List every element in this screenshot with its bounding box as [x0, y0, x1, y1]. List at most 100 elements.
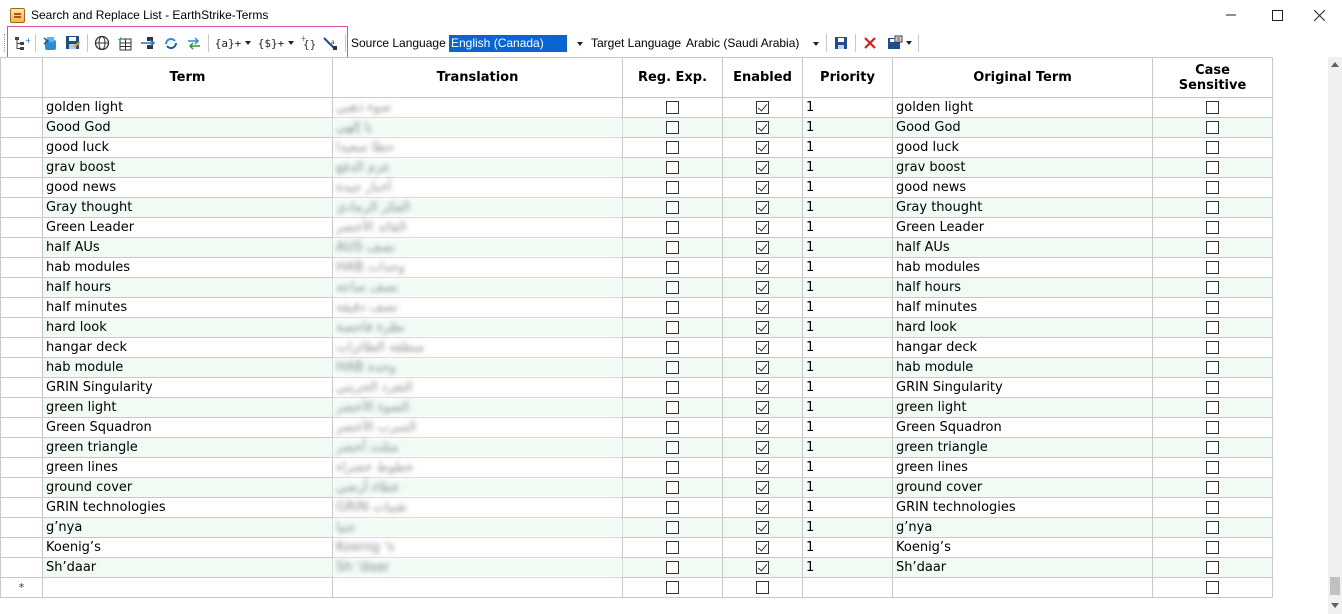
- priority-cell[interactable]: 1: [802, 297, 893, 318]
- priority-cell[interactable]: 1: [802, 457, 893, 478]
- table-row[interactable]: GRIN Singularity التفرد الجريني 1 GRIN Sing…: [0, 377, 1273, 398]
- table-row[interactable]: green light الضوء الأخضر 1 green light: [0, 397, 1273, 418]
- term-cell[interactable]: [42, 577, 333, 598]
- enabled-checkbox[interactable]: [756, 361, 769, 374]
- translation-cell[interactable]: جنيا: [332, 517, 623, 538]
- column-header-priority[interactable]: Priority: [802, 57, 893, 98]
- enabled-checkbox[interactable]: [756, 461, 769, 474]
- scroll-thumb[interactable]: [1330, 577, 1340, 595]
- refresh-icon[interactable]: [161, 34, 181, 52]
- regexp-cell[interactable]: [622, 197, 723, 218]
- case-sensitive-cell[interactable]: [1152, 117, 1273, 138]
- term-cell[interactable]: Sh’daar: [42, 557, 333, 578]
- table-row[interactable]: hab modules وحدات HAB 1 hab modules: [0, 257, 1273, 278]
- row-header[interactable]: [0, 157, 43, 178]
- enabled-cell[interactable]: [722, 237, 803, 258]
- row-header[interactable]: [0, 457, 43, 478]
- regexp-checkbox[interactable]: [666, 281, 679, 294]
- original-term-cell[interactable]: Koenig’s: [892, 537, 1153, 558]
- term-cell[interactable]: half minutes: [42, 297, 333, 318]
- import-icon[interactable]: [40, 34, 60, 52]
- column-header-translation[interactable]: Translation: [332, 57, 623, 98]
- table-row[interactable]: Green Leader القائد الأخضر 1 Green Leader: [0, 217, 1273, 238]
- case-sensitive-checkbox[interactable]: [1206, 341, 1219, 354]
- case-sensitive-checkbox[interactable]: [1206, 241, 1219, 254]
- enabled-checkbox[interactable]: [756, 581, 769, 594]
- enabled-cell[interactable]: [722, 477, 803, 498]
- case-sensitive-checkbox[interactable]: [1206, 321, 1219, 334]
- enabled-checkbox[interactable]: [756, 101, 769, 114]
- regexp-cell[interactable]: [622, 137, 723, 158]
- enabled-cell[interactable]: [722, 257, 803, 278]
- enabled-checkbox[interactable]: [756, 121, 769, 134]
- table-row[interactable]: half hours نصف ساعة 1 half hours: [0, 277, 1273, 298]
- enabled-checkbox[interactable]: [756, 301, 769, 314]
- table-row[interactable]: hard look نظرة فاحصة 1 hard look: [0, 317, 1273, 338]
- term-cell[interactable]: Green Squadron: [42, 417, 333, 438]
- save-list-icon[interactable]: [63, 34, 83, 52]
- enabled-cell[interactable]: [722, 297, 803, 318]
- case-sensitive-cell[interactable]: [1152, 97, 1273, 118]
- priority-cell[interactable]: 1: [802, 517, 893, 538]
- regexp-checkbox[interactable]: [666, 221, 679, 234]
- case-sensitive-checkbox[interactable]: [1206, 301, 1219, 314]
- term-cell[interactable]: Green Leader: [42, 217, 333, 238]
- case-sensitive-checkbox[interactable]: [1206, 381, 1219, 394]
- term-cell[interactable]: good news: [42, 177, 333, 198]
- regexp-checkbox[interactable]: [666, 361, 679, 374]
- priority-cell[interactable]: 1: [802, 377, 893, 398]
- original-term-cell[interactable]: green lines: [892, 457, 1153, 478]
- vertical-scrollbar[interactable]: [1328, 57, 1342, 614]
- regexp-checkbox[interactable]: [666, 581, 679, 594]
- case-sensitive-checkbox[interactable]: [1206, 181, 1219, 194]
- priority-cell[interactable]: 1: [802, 497, 893, 518]
- case-sensitive-cell[interactable]: [1152, 357, 1273, 378]
- regexp-cell[interactable]: [622, 157, 723, 178]
- column-header-case-sensitive[interactable]: Case Sensitive: [1152, 57, 1273, 98]
- column-header-term[interactable]: Term: [42, 57, 333, 98]
- priority-cell[interactable]: 1: [802, 217, 893, 238]
- enabled-cell[interactable]: [722, 137, 803, 158]
- row-header[interactable]: [0, 177, 43, 198]
- regexp-cell[interactable]: [622, 557, 723, 578]
- translation-cell[interactable]: السرب الأخضر: [332, 417, 623, 438]
- row-header[interactable]: [0, 217, 43, 238]
- translation-cell[interactable]: Koenig 's: [332, 537, 623, 558]
- regexp-checkbox[interactable]: [666, 521, 679, 534]
- term-cell[interactable]: ground cover: [42, 477, 333, 498]
- row-header[interactable]: [0, 237, 43, 258]
- original-term-cell[interactable]: half hours: [892, 277, 1153, 298]
- target-language-select[interactable]: Arabic (Saudi Arabia): [685, 34, 823, 53]
- regexp-checkbox[interactable]: [666, 341, 679, 354]
- move-icon[interactable]: [138, 34, 158, 52]
- enabled-cell[interactable]: [722, 497, 803, 518]
- row-header[interactable]: [0, 337, 43, 358]
- enabled-cell[interactable]: [722, 337, 803, 358]
- row-header[interactable]: [0, 277, 43, 298]
- enabled-cell[interactable]: [722, 377, 803, 398]
- priority-cell[interactable]: 1: [802, 537, 893, 558]
- priority-cell[interactable]: 1: [802, 357, 893, 378]
- case-sensitive-cell[interactable]: [1152, 137, 1273, 158]
- table-row[interactable]: green triangle مثلث أخضر 1 green triangle: [0, 437, 1273, 458]
- translation-cell[interactable]: يا إلهي: [332, 117, 623, 138]
- case-sensitive-cell[interactable]: [1152, 517, 1273, 538]
- priority-cell[interactable]: 1: [802, 437, 893, 458]
- priority-cell[interactable]: 1: [802, 237, 893, 258]
- case-sensitive-cell[interactable]: [1152, 457, 1273, 478]
- enabled-cell[interactable]: [722, 517, 803, 538]
- enabled-cell[interactable]: [722, 317, 803, 338]
- priority-cell[interactable]: 1: [802, 137, 893, 158]
- add-tree-icon[interactable]: +: [12, 34, 32, 52]
- case-sensitive-checkbox[interactable]: [1206, 461, 1219, 474]
- toolbar-grip[interactable]: [4, 34, 7, 52]
- case-sensitive-checkbox[interactable]: [1206, 141, 1219, 154]
- enabled-checkbox[interactable]: [756, 181, 769, 194]
- row-header[interactable]: [0, 197, 43, 218]
- enabled-cell[interactable]: [722, 357, 803, 378]
- table-row[interactable]: good news أخبار جيدة 1 good news: [0, 177, 1273, 198]
- table-row[interactable]: Sh’daar Sh 'daar 1 Sh’daar: [0, 557, 1273, 578]
- enabled-checkbox[interactable]: [756, 281, 769, 294]
- regexp-checkbox[interactable]: [666, 121, 679, 134]
- case-sensitive-cell[interactable]: [1152, 437, 1273, 458]
